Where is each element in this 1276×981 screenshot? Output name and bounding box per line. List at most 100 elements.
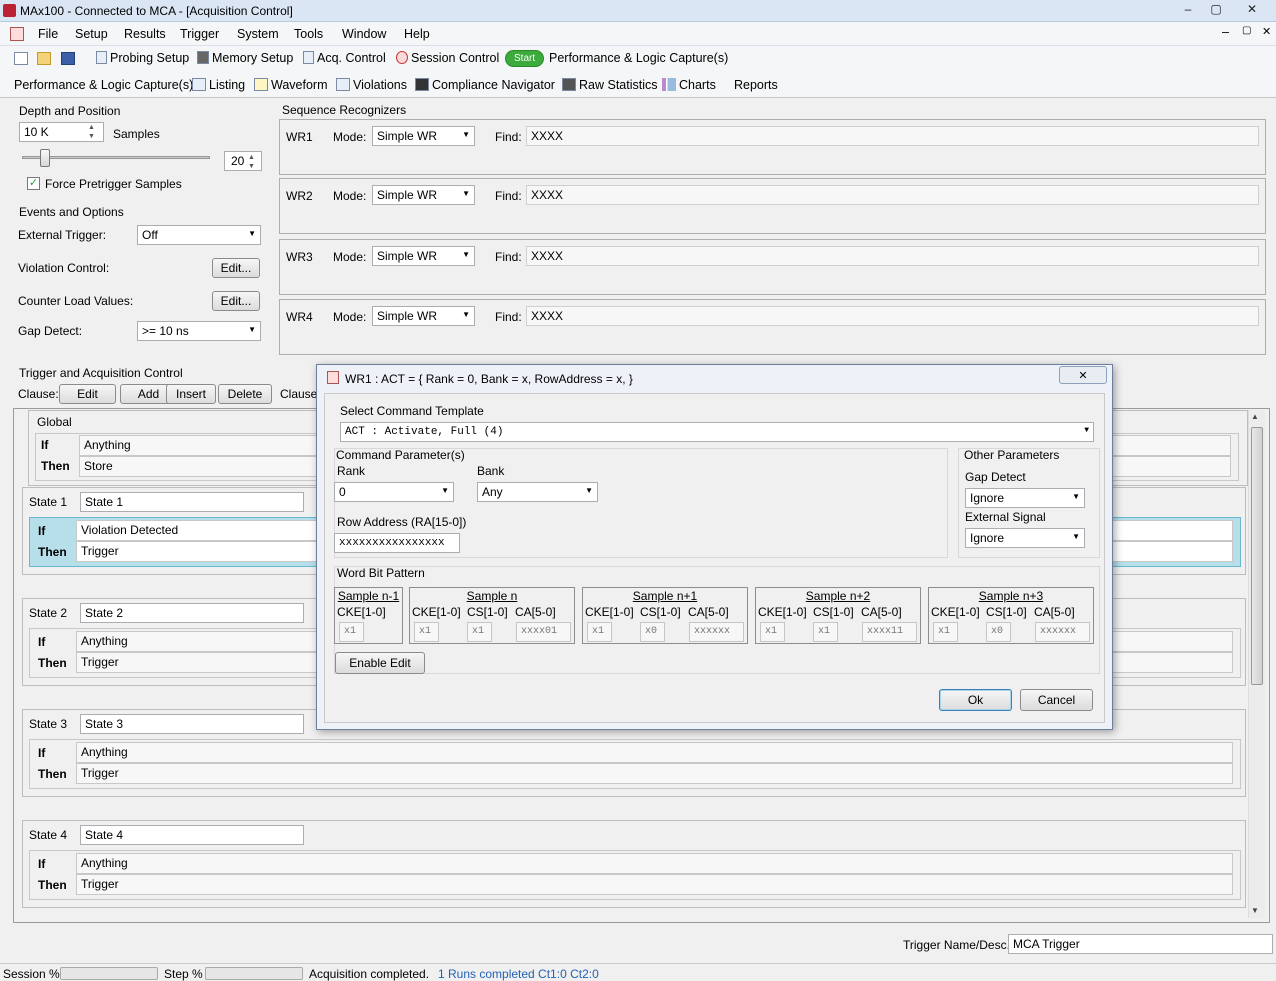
scroll-down-icon[interactable]: ▼ [1251, 906, 1259, 915]
tab-listing[interactable]: Listing [192, 78, 245, 92]
tab-reports[interactable]: Reports [734, 78, 778, 92]
acq-control-button[interactable]: Acq. Control [303, 51, 386, 65]
cancel-button[interactable]: Cancel [1020, 689, 1093, 711]
child-minimize-icon[interactable]: ‒ [1222, 25, 1229, 39]
dialog-close-button[interactable]: ✕ [1059, 366, 1107, 384]
state-name-input[interactable]: State 1 [80, 492, 304, 512]
wr-find-input[interactable]: XXXX [526, 185, 1259, 205]
cs-field[interactable]: x0 [640, 622, 665, 642]
start-button[interactable]: Start [505, 50, 545, 67]
ca-field[interactable]: xxxx01 [516, 622, 571, 642]
menu-system[interactable]: System [237, 27, 279, 41]
menu-help[interactable]: Help [404, 27, 430, 41]
tab-raw-statistics[interactable]: Raw Statistics [562, 78, 658, 92]
ca-field[interactable]: xxxxxx [1035, 622, 1090, 642]
gap-select[interactable]: >= 10 ns [137, 321, 261, 341]
tab-violations[interactable]: Violations [336, 78, 407, 92]
wr-mode-select[interactable]: Simple WR [372, 246, 475, 266]
clause-delete-button[interactable]: Delete [218, 384, 272, 404]
bank-select[interactable]: Any [477, 482, 598, 502]
wr-mode-select[interactable]: Simple WR [372, 306, 475, 326]
ext-signal-select[interactable]: Ignore [965, 528, 1085, 548]
menu-bar: File Setup Results Trigger System Tools … [0, 22, 1276, 46]
new-icon[interactable] [14, 52, 28, 65]
state-name-input[interactable]: State 2 [80, 603, 304, 623]
state-then-label: Then [38, 656, 67, 670]
wr-find-input[interactable]: XXXX [526, 306, 1259, 326]
position-slider-track[interactable] [22, 156, 210, 159]
session-control-button[interactable]: Session Control [396, 51, 499, 65]
counter-edit-button[interactable]: Edit... [212, 291, 260, 311]
child-close-icon[interactable]: ✕ [1262, 25, 1271, 38]
child-restore-icon[interactable]: ▢ [1242, 25, 1251, 36]
wr-mode-select[interactable]: Simple WR [372, 126, 475, 146]
ok-button[interactable]: Ok [939, 689, 1012, 711]
menu-window[interactable]: Window [342, 27, 386, 41]
depth-spin-icon[interactable]: ▲ ▼ [88, 123, 95, 141]
state-then-value[interactable]: Trigger [76, 763, 1233, 784]
row-address-input[interactable]: xxxxxxxxxxxxxxxx [334, 533, 460, 553]
close-button[interactable]: ✕ [1238, 2, 1266, 18]
state-name-input[interactable]: State 4 [80, 825, 304, 845]
state-name-input[interactable]: State 3 [80, 714, 304, 734]
scroll-up-icon[interactable]: ▲ [1251, 412, 1259, 421]
minimize-button[interactable]: ‒ [1174, 2, 1202, 18]
wr-find-input[interactable]: XXXX [526, 126, 1259, 146]
dialog-icon [327, 371, 339, 384]
cke-field[interactable]: x1 [414, 622, 439, 642]
cke-field[interactable]: x1 [760, 622, 785, 642]
wr-find-input[interactable]: XXXX [526, 246, 1259, 266]
menu-results[interactable]: Results [124, 27, 166, 41]
cs-field[interactable]: x0 [986, 622, 1011, 642]
ext-trigger-select[interactable]: Off [137, 225, 261, 245]
clause-edit-button[interactable]: Edit [59, 384, 116, 404]
ca-field[interactable]: xxxx11 [862, 622, 917, 642]
open-icon[interactable] [37, 52, 51, 65]
maximize-button[interactable]: ▢ [1202, 2, 1230, 18]
sample-box: Sample n CKE[1-0] x1 CS[1-0] x1 CA[5-0] x… [409, 587, 575, 644]
menu-tools[interactable]: Tools [294, 27, 323, 41]
step-progress [205, 967, 303, 980]
state-label: State 1 [29, 495, 68, 509]
cke-field[interactable]: x1 [587, 622, 612, 642]
state-then-label: Then [38, 767, 67, 781]
violation-edit-button[interactable]: Edit... [212, 258, 260, 278]
position-spin-icon[interactable]: ▲ ▼ [248, 153, 255, 171]
template-select[interactable]: ACT : Activate, Full (4) [340, 422, 1094, 442]
cke-field[interactable]: x1 [339, 622, 364, 642]
state-if-value[interactable]: Anything [76, 742, 1233, 763]
tab-compliance[interactable]: Compliance Navigator [415, 78, 555, 92]
clause-insert-button[interactable]: Insert [166, 384, 216, 404]
cke-field[interactable]: x1 [933, 622, 958, 642]
probing-setup-button[interactable]: Probing Setup [96, 51, 189, 65]
trigger-name-input[interactable]: MCA Trigger [1008, 934, 1273, 954]
gap-detect-select[interactable]: Ignore [965, 488, 1085, 508]
cs-field[interactable]: x1 [813, 622, 838, 642]
wr-mode-select[interactable]: Simple WR [372, 185, 475, 205]
force-pretrigger-checkbox[interactable]: ✓ [27, 177, 40, 190]
menu-setup[interactable]: Setup [75, 27, 108, 41]
menu-file[interactable]: File [38, 27, 58, 41]
toolbar-main: Probing Setup Memory Setup Acq. Control … [0, 46, 1276, 72]
enable-edit-button[interactable]: Enable Edit [335, 652, 425, 674]
tab-charts[interactable]: Charts [662, 78, 716, 92]
tab-perf-capture[interactable]: Performance & Logic Capture(s) [14, 78, 193, 92]
vertical-scrollbar[interactable]: ▲ ▼ [1248, 410, 1265, 918]
memory-setup-button[interactable]: Memory Setup [197, 51, 293, 65]
ca-field[interactable]: xxxxxx [689, 622, 744, 642]
position-input[interactable]: 20 [224, 151, 262, 171]
cs-field[interactable]: x1 [467, 622, 492, 642]
state-then-value[interactable]: Trigger [76, 874, 1233, 895]
template-label: Select Command Template [340, 404, 484, 418]
clause-label-2: Clause [280, 387, 318, 401]
menu-trigger[interactable]: Trigger [180, 27, 219, 41]
perf-capture-button[interactable]: Performance & Logic Capture(s) [549, 51, 728, 65]
tab-waveform[interactable]: Waveform [254, 78, 328, 92]
rank-select[interactable]: 0 [334, 482, 454, 502]
cke-label: CKE[1-0] [931, 605, 980, 619]
scroll-thumb[interactable] [1251, 427, 1263, 685]
state-if-value[interactable]: Anything [76, 853, 1233, 874]
save-icon[interactable] [61, 52, 75, 65]
position-slider-thumb[interactable] [39, 149, 50, 167]
document-icon[interactable] [10, 27, 24, 41]
